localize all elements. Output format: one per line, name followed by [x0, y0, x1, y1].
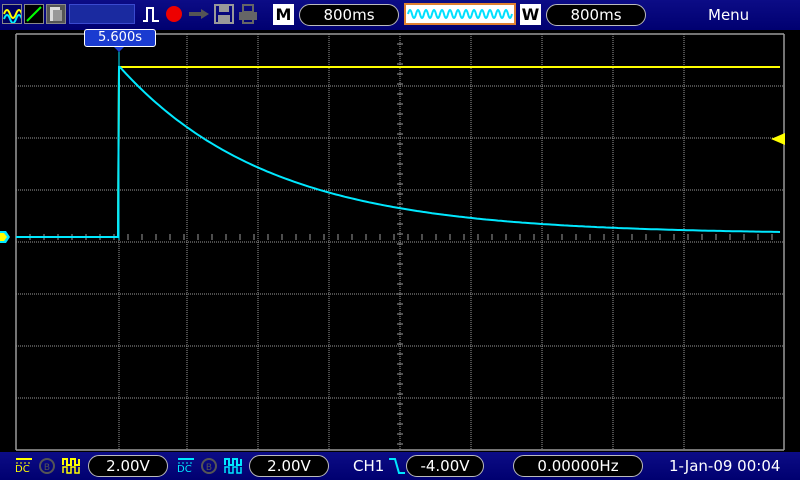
waveform-icon[interactable] — [2, 4, 23, 24]
ch2-coupling-label: DC — [177, 464, 192, 475]
graticule — [15, 33, 785, 451]
pulse-icon[interactable] — [142, 5, 160, 27]
window-waveform-icon[interactable] — [404, 3, 516, 25]
status-bar: DC B 2.00V DC B 2.00V CH1 -4.00V 0.00000… — [0, 452, 800, 480]
record-icon[interactable] — [165, 5, 183, 27]
ch2-bw-limit-icon[interactable]: B — [200, 457, 218, 479]
menu-button[interactable]: Menu — [708, 4, 749, 26]
acquire-status[interactable] — [69, 4, 135, 24]
svg-text:B: B — [44, 463, 50, 473]
probe-icon[interactable] — [188, 6, 210, 26]
ch2-invert-icon[interactable] — [224, 457, 244, 479]
save-icon[interactable] — [214, 4, 234, 28]
svg-text:B: B — [206, 463, 212, 473]
print-icon[interactable] — [238, 4, 258, 28]
datetime-display: 1-Jan-09 00:04 — [669, 457, 781, 475]
channel-ground-marker[interactable] — [0, 231, 10, 243]
window-value[interactable]: 800ms — [546, 4, 646, 26]
ch1-trace — [16, 66, 780, 238]
trigger-level-marker[interactable] — [771, 133, 785, 145]
ch1-scale[interactable]: 2.00V — [88, 455, 168, 477]
math-icon[interactable] — [24, 4, 44, 24]
trigger-time-pointer — [114, 47, 124, 52]
ref-icon[interactable] — [46, 4, 66, 24]
timebase-mode-label[interactable]: M — [273, 4, 294, 25]
trigger-slope-falling-icon[interactable] — [388, 457, 406, 479]
ch2-trace — [16, 65, 781, 238]
top-toolbar: M 800ms W 800ms Menu — [0, 0, 800, 30]
trigger-frequency: 0.00000Hz — [513, 455, 643, 477]
ch1-coupling-label: DC — [15, 464, 30, 475]
timebase-value[interactable]: 800ms — [299, 4, 399, 26]
waveform-display[interactable] — [0, 30, 800, 452]
ch2-coupling[interactable]: DC — [176, 456, 196, 476]
ch1-coupling[interactable]: DC — [14, 456, 34, 476]
trigger-time-marker[interactable]: 5.600s — [84, 29, 156, 47]
ch2-scale[interactable]: 2.00V — [249, 455, 329, 477]
ch1-bw-limit-icon[interactable]: B — [38, 457, 56, 479]
window-mode-label[interactable]: W — [520, 4, 541, 25]
trigger-source[interactable]: CH1 — [353, 455, 384, 477]
ch1-invert-icon[interactable] — [62, 457, 82, 479]
trigger-level[interactable]: -4.00V — [406, 455, 484, 477]
